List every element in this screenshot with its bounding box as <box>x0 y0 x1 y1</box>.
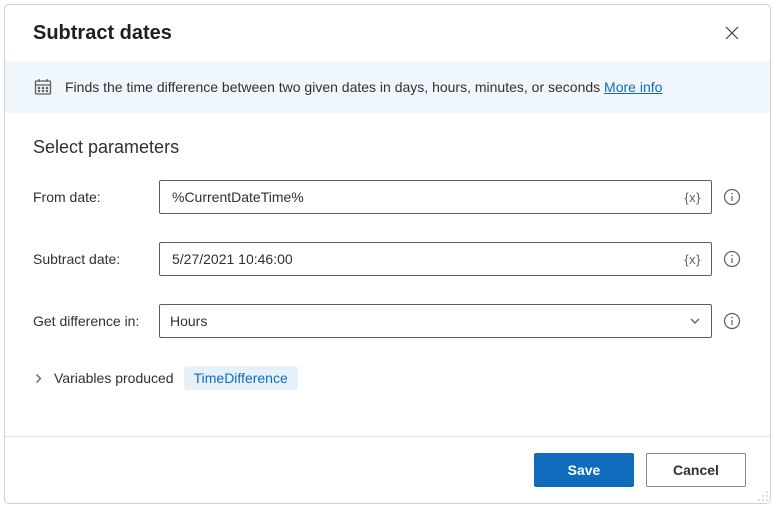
resize-grip-icon[interactable] <box>757 490 769 502</box>
variables-expand-toggle[interactable] <box>33 373 44 384</box>
info-icon[interactable] <box>722 187 742 207</box>
info-banner: Finds the time difference between two gi… <box>5 61 770 113</box>
dialog-title: Subtract dates <box>33 22 172 45</box>
more-info-link[interactable]: More info <box>604 79 662 95</box>
subtract-date-input[interactable] <box>170 250 682 268</box>
from-date-input-wrap[interactable]: {x} <box>159 180 712 214</box>
get-difference-row: Get difference in: Hours <box>33 304 742 338</box>
close-button[interactable] <box>718 19 746 47</box>
subtract-date-label: Subtract date: <box>33 251 159 267</box>
section-title: Select parameters <box>33 137 742 158</box>
subtract-date-input-wrap[interactable]: {x} <box>159 242 712 276</box>
variable-pill-timedifference[interactable]: TimeDifference <box>184 366 298 390</box>
chevron-down-icon <box>689 315 701 327</box>
variables-produced-row: Variables produced TimeDifference <box>33 366 742 390</box>
save-button[interactable]: Save <box>534 453 634 487</box>
dialog-header: Subtract dates <box>5 5 770 61</box>
dialog-footer: Save Cancel <box>5 436 770 503</box>
subtract-date-row: Subtract date: {x} <box>33 242 742 276</box>
variables-produced-label: Variables produced <box>54 370 174 386</box>
info-icon[interactable] <box>722 311 742 331</box>
from-date-label: From date: <box>33 189 159 205</box>
get-difference-select[interactable]: Hours <box>159 304 712 338</box>
from-date-row: From date: {x} <box>33 180 742 214</box>
calendar-icon <box>33 77 53 97</box>
cancel-button[interactable]: Cancel <box>646 453 746 487</box>
info-icon[interactable] <box>722 249 742 269</box>
subtract-dates-dialog: Subtract dates Finds the time difference… <box>4 4 771 504</box>
banner-text: Finds the time difference between two gi… <box>65 79 662 95</box>
dialog-body: Select parameters From date: {x} Subtrac… <box>5 113 770 436</box>
get-difference-value: Hours <box>170 313 207 329</box>
get-difference-label: Get difference in: <box>33 313 159 329</box>
variable-picker-icon[interactable]: {x} <box>682 252 703 267</box>
close-icon <box>725 26 739 40</box>
variable-picker-icon[interactable]: {x} <box>682 190 703 205</box>
from-date-input[interactable] <box>170 188 682 206</box>
